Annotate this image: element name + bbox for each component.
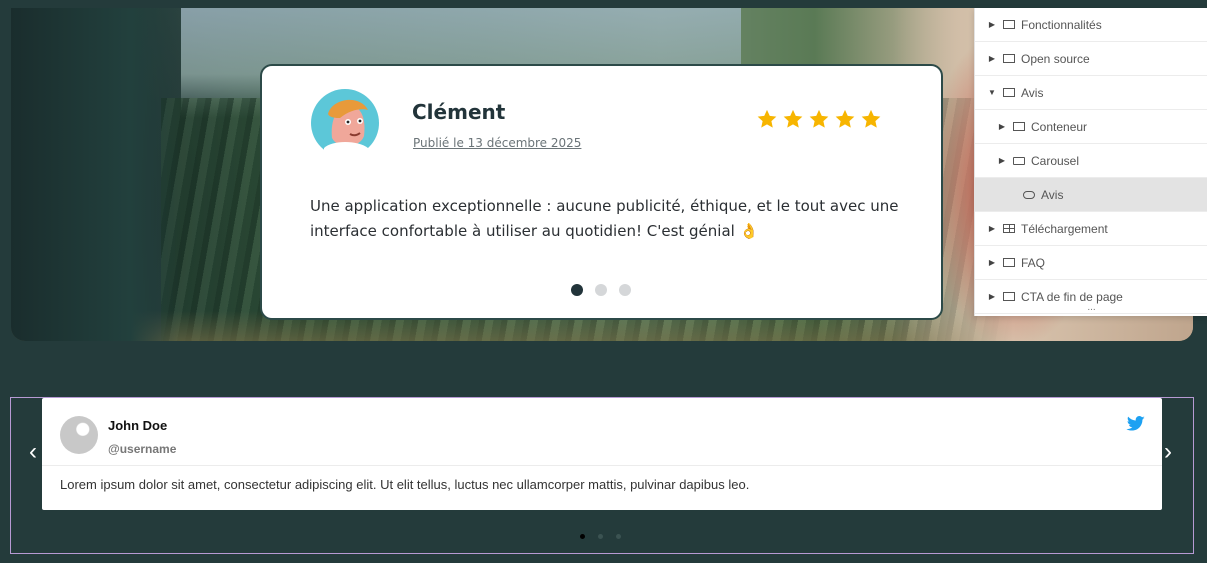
carousel-dot[interactable] <box>616 534 621 539</box>
caret-icon[interactable]: ▶ <box>997 122 1007 131</box>
navigator-item[interactable]: ▶ Téléchargement <box>975 212 1207 246</box>
navigator-item-label: CTA de fin de page <box>1021 289 1123 304</box>
twitter-carousel-dots <box>580 534 621 539</box>
carousel-dot[interactable] <box>580 534 585 539</box>
review-text: Une application exceptionnelle : aucune … <box>310 197 899 240</box>
review-card: Clément Publié le 13 décembre 2025 Une a… <box>260 64 943 320</box>
carousel-icon <box>1013 156 1025 165</box>
navigator-item-label: FAQ <box>1021 255 1046 270</box>
caret-icon[interactable]: ▶ <box>987 224 997 233</box>
tweet-avatar <box>60 416 98 454</box>
tweet-divider <box>42 465 1162 466</box>
navigator-item-label: Avis <box>1021 85 1044 100</box>
navigator-item-label: Fonctionnalités <box>1021 17 1102 32</box>
star-icon <box>757 109 777 128</box>
container-icon <box>1003 20 1015 29</box>
review-date-link[interactable]: Publié le 13 décembre 2025 <box>413 136 581 150</box>
caret-icon[interactable]: ▶ <box>987 292 997 301</box>
navigator-item[interactable]: ▶ FAQ <box>975 246 1207 280</box>
container-icon <box>1003 88 1015 97</box>
star-icon <box>809 109 829 128</box>
navigator-item[interactable]: ▶ Conteneur <box>975 110 1207 144</box>
reviewer-avatar-icon <box>311 89 379 158</box>
carousel-dot[interactable] <box>619 284 631 296</box>
caret-icon[interactable]: ▶ <box>987 54 997 63</box>
navigator-item-label: Conteneur <box>1031 119 1088 134</box>
navigator-item-label: Carousel <box>1031 153 1080 168</box>
navigator-item-label: Avis <box>1041 187 1064 202</box>
navigator-more-handle[interactable]: ... <box>975 303 1207 313</box>
star-icon <box>861 109 881 128</box>
reviewer-name: Clément <box>412 100 506 124</box>
caret-icon[interactable]: ▼ <box>987 88 997 97</box>
carousel-dot[interactable] <box>598 534 603 539</box>
star-icon <box>835 109 855 128</box>
navigator-panel: ▶ Fonctionnalités ▶ Open source ▼ Avis ▶ Conten… <box>974 8 1207 316</box>
carousel-dots <box>571 284 631 296</box>
carousel-dot[interactable] <box>595 284 607 296</box>
star-icon <box>783 109 803 128</box>
carousel-next-arrow[interactable]: › <box>1164 437 1172 467</box>
navigator-item-label: Open source <box>1021 51 1090 66</box>
caret-icon[interactable]: ▶ <box>997 156 1007 165</box>
navigator-list: ▶ Fonctionnalités ▶ Open source ▼ Avis ▶ Conten… <box>975 8 1207 314</box>
caret-icon[interactable]: ▶ <box>987 258 997 267</box>
hero-figure-left <box>11 8 181 341</box>
container-icon <box>1003 292 1015 301</box>
carousel-prev-arrow[interactable]: ‹ <box>29 437 37 467</box>
twitter-card: John Doe @username Lorem ipsum dolor sit… <box>42 398 1162 510</box>
twitter-bird-icon[interactable] <box>1126 416 1146 432</box>
tweet-author-handle: @username <box>108 442 177 456</box>
navigator-item[interactable]: ▶ Fonctionnalités <box>975 8 1207 42</box>
container-icon <box>1003 258 1015 267</box>
navigator-item[interactable]: ▶ Open source <box>975 42 1207 76</box>
tweet-text: Lorem ipsum dolor sit amet, consectetur … <box>60 477 750 492</box>
tweet-author-name: John Doe <box>108 418 168 433</box>
navigator-item[interactable]: ▼ Avis <box>975 76 1207 110</box>
caret-icon[interactable]: ▶ <box>987 20 997 29</box>
container-icon <box>1013 122 1025 131</box>
star-rating <box>756 108 882 130</box>
navigator-item[interactable]: Avis <box>975 178 1207 212</box>
container-icon <box>1003 54 1015 63</box>
carousel-dot[interactable] <box>571 284 583 296</box>
navigator-item[interactable]: ▶ Carousel <box>975 144 1207 178</box>
widget-icon <box>1023 190 1035 199</box>
grid-icon <box>1003 224 1015 233</box>
navigator-item-label: Téléchargement <box>1021 221 1108 236</box>
